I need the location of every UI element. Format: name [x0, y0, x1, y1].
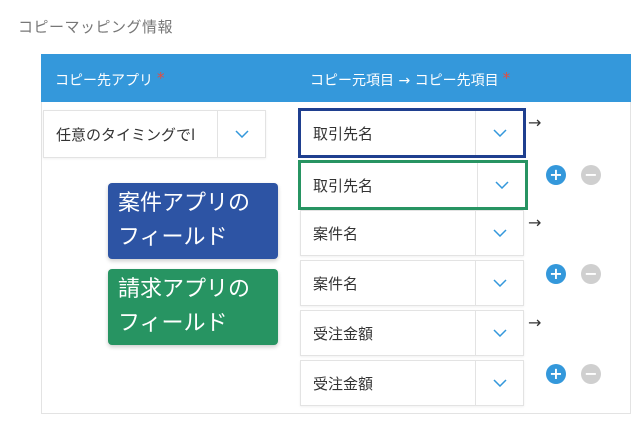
source-field-toggle[interactable] [475, 211, 523, 255]
source-highlight [298, 108, 526, 158]
target-field-toggle[interactable] [475, 361, 523, 405]
mapping-header: コピー先アプリ * コピー元項目 → コピー先項目 * [41, 54, 631, 102]
callout-line: フィールド [118, 225, 228, 250]
timing-dropdown-toggle[interactable] [217, 111, 265, 157]
callout-line: フィールド [118, 311, 228, 336]
source-field-toggle[interactable] [475, 311, 523, 355]
remove-mapping-button[interactable]: − [581, 364, 601, 384]
required-mark: * [502, 69, 511, 87]
mapping-arrow: → [528, 213, 542, 232]
required-mark: * [157, 69, 165, 87]
target-field-value: 受注金額 [313, 374, 374, 393]
add-mapping-button[interactable]: + [546, 364, 566, 384]
target-field-dropdown[interactable]: 受注金額 [300, 360, 524, 406]
mapping-arrow: → [528, 313, 542, 332]
header-field-mapping-label: コピー元項目 → コピー先項目 [310, 73, 499, 89]
callout-line: 案件アプリの [118, 191, 251, 216]
target-field-dropdown[interactable]: 案件名 [300, 260, 524, 306]
remove-mapping-button[interactable]: − [581, 165, 601, 185]
source-field-dropdown[interactable]: 案件名 [300, 210, 524, 256]
remove-mapping-button[interactable]: − [581, 264, 601, 284]
chevron-down-icon [492, 279, 507, 287]
billing-app-fields-callout: 請求アプリの フィールド [108, 269, 278, 345]
header-copy-dest-app-label: コピー先アプリ [55, 73, 153, 89]
add-mapping-button[interactable]: + [546, 264, 566, 284]
target-field-toggle[interactable] [475, 261, 523, 305]
target-field-value: 案件名 [313, 274, 359, 293]
source-field-value: 案件名 [313, 224, 359, 243]
chevron-down-icon [234, 130, 249, 138]
timing-dropdown[interactable]: 任意のタイミングでl [43, 110, 266, 158]
add-mapping-button[interactable]: + [546, 165, 566, 185]
timing-dropdown-value: 任意のタイミングでl [56, 125, 196, 144]
section-title: コピーマッピング情報 [18, 18, 174, 36]
header-copy-dest-app: コピー先アプリ * [55, 69, 165, 90]
source-field-value: 受注金額 [313, 324, 374, 343]
target-highlight [298, 160, 528, 210]
chevron-down-icon [492, 329, 507, 337]
case-app-fields-callout: 案件アプリの フィールド [108, 183, 278, 259]
chevron-down-icon [492, 229, 507, 237]
header-field-mapping: コピー元項目 → コピー先項目 * [310, 69, 510, 90]
chevron-down-icon [492, 379, 507, 387]
source-field-dropdown[interactable]: 受注金額 [300, 310, 524, 356]
mapping-arrow: → [528, 113, 542, 132]
callout-line: 請求アプリの [118, 277, 251, 302]
